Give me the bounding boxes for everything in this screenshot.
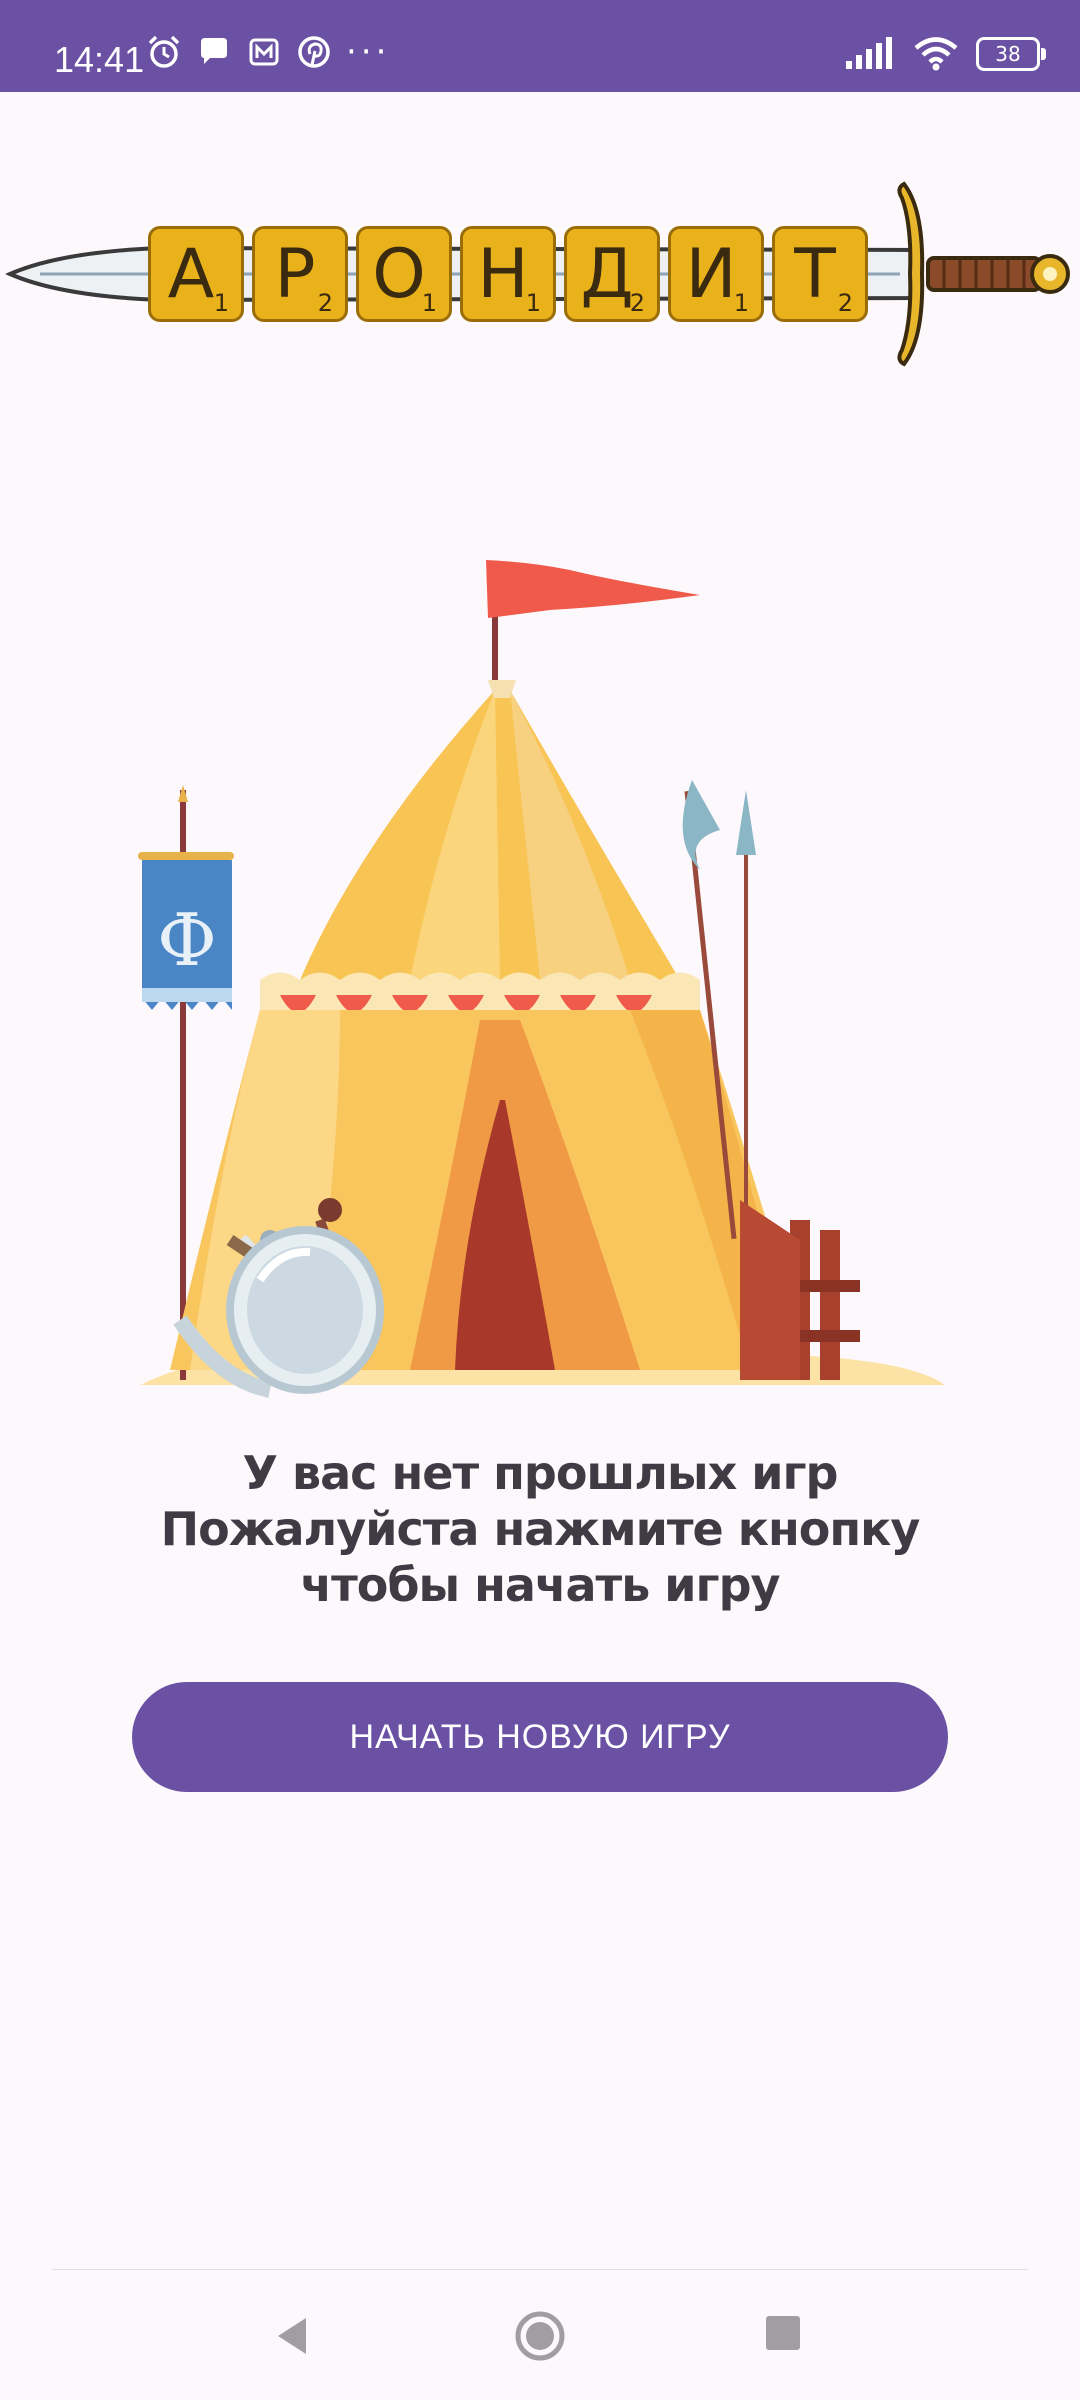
status-time: 14:41 bbox=[54, 39, 145, 80]
letter-tile: Р2 bbox=[252, 226, 348, 322]
banner-letter: Ф bbox=[157, 898, 217, 982]
letter-tile: О1 bbox=[356, 226, 452, 322]
letter-tile: Т2 bbox=[772, 226, 868, 322]
tile-score: 1 bbox=[213, 289, 229, 317]
navigation-bar bbox=[0, 2270, 1080, 2400]
system-icons: 38 bbox=[846, 34, 1046, 74]
start-new-game-button[interactable]: НАЧАТЬ НОВУЮ ИГРУ bbox=[132, 1682, 948, 1792]
app-logo: А1 Р2 О1 Н1 Д2 И1 Т2 bbox=[0, 170, 1080, 380]
back-icon[interactable] bbox=[270, 2314, 314, 2358]
empty-state-message: У вас нет прошлых игр Пожалуйста нажмите… bbox=[100, 1445, 980, 1613]
tile-score: 1 bbox=[525, 289, 541, 317]
pinterest-icon bbox=[298, 36, 330, 68]
no-games-text: У вас нет прошлых игр bbox=[242, 1446, 839, 1500]
tile-score: 1 bbox=[421, 289, 437, 317]
tile-score: 2 bbox=[629, 289, 645, 317]
alarm-icon bbox=[148, 35, 180, 68]
signal-icon bbox=[846, 37, 892, 69]
battery-icon: 38 bbox=[976, 37, 1046, 71]
tile-score: 2 bbox=[317, 289, 333, 317]
home-icon[interactable] bbox=[514, 2310, 566, 2362]
mail-icon bbox=[249, 38, 279, 66]
notification-icons: ··· bbox=[146, 34, 390, 70]
recents-icon[interactable] bbox=[766, 2316, 800, 2350]
letter-tile: И1 bbox=[668, 226, 764, 322]
more-notifications: ··· bbox=[346, 32, 391, 72]
letter-tile: Д2 bbox=[564, 226, 660, 322]
letter-tile: А1 bbox=[148, 226, 244, 322]
tile-score: 1 bbox=[733, 289, 749, 317]
status-bar: 14:41 ··· 38 bbox=[0, 0, 1080, 92]
chat-icon bbox=[201, 38, 227, 64]
instruction-text: Пожалуйста нажмите кнопку чтобы начать и… bbox=[160, 1502, 921, 1612]
title-tiles: А1 Р2 О1 Н1 Д2 И1 Т2 bbox=[148, 226, 868, 322]
tile-score: 2 bbox=[837, 289, 853, 317]
wifi-icon bbox=[914, 37, 958, 71]
letter-tile: Н1 bbox=[460, 226, 556, 322]
tent-illustration: Ф bbox=[110, 540, 960, 1400]
